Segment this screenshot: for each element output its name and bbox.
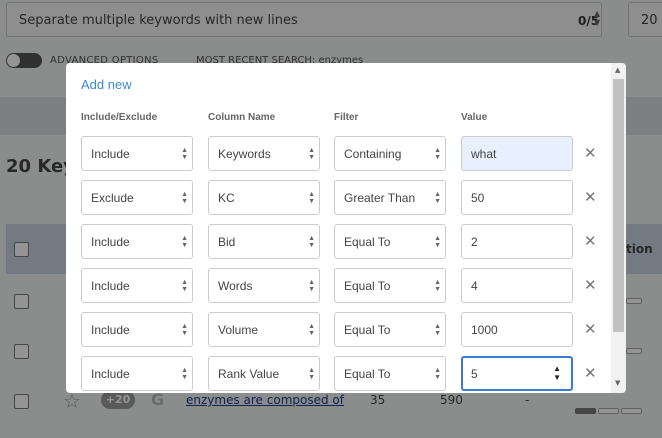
include-exclude-select-text: Include <box>91 323 130 337</box>
include-exclude-select[interactable]: Include ▲ ▼ <box>81 356 193 391</box>
value-input-text: 2 <box>471 235 478 249</box>
filter-select-text: Greater Than <box>344 191 416 205</box>
select-caret-icon: ▲ ▼ <box>308 367 315 381</box>
filter-select-text: Equal To <box>344 367 391 381</box>
scrollbar-thumb[interactable] <box>613 79 624 332</box>
filter-select[interactable]: Equal To ▲ ▼ <box>334 268 446 303</box>
select-caret-icon: ▲ ▼ <box>181 235 188 249</box>
scroll-down-icon[interactable]: ▼ <box>615 379 620 387</box>
value-input-text: 5 <box>471 367 478 381</box>
select-caret-icon: ▲ ▼ <box>181 191 188 205</box>
include-exclude-select[interactable]: Include ▲ ▼ <box>81 136 193 171</box>
select-caret-icon: ▲ ▼ <box>434 191 441 205</box>
column-name-select-text: KC <box>218 191 235 205</box>
select-caret-icon: ▲ ▼ <box>308 279 315 293</box>
include-exclude-select-text: Include <box>91 235 130 249</box>
filter-select[interactable]: Greater Than ▲ ▼ <box>334 180 446 215</box>
column-name-select[interactable]: Bid ▲ ▼ <box>208 224 320 259</box>
column-name-select[interactable]: Rank Value ▲ ▼ <box>208 356 320 391</box>
column-name-select-text: Volume <box>218 323 259 337</box>
add-new-link[interactable]: Add new <box>81 77 132 92</box>
column-name-select-text: Rank Value <box>218 367 280 381</box>
select-caret-icon: ▲ ▼ <box>434 147 441 161</box>
filter-header: Filter <box>334 112 359 123</box>
remove-filter-icon[interactable]: ✕ <box>584 364 597 382</box>
filter-select[interactable]: Equal To ▲ ▼ <box>334 356 446 391</box>
select-caret-icon: ▲ ▼ <box>434 235 441 249</box>
filter-select-text: Equal To <box>344 323 391 337</box>
remove-filter-icon[interactable]: ✕ <box>584 320 597 338</box>
include-exclude-select[interactable]: Include ▲ ▼ <box>81 312 193 347</box>
select-caret-icon: ▲ ▼ <box>434 367 441 381</box>
include-exclude-select-text: Include <box>91 279 130 293</box>
filter-select-text: Equal To <box>344 235 391 249</box>
value-input-text: 1000 <box>471 323 498 337</box>
include-exclude-select[interactable]: Include ▲ ▼ <box>81 224 193 259</box>
value-input-text: 4 <box>471 279 478 293</box>
modal-scrollbar[interactable]: ▲ ▼ <box>611 63 626 393</box>
value-input[interactable]: 1000 <box>461 312 573 347</box>
column-name-select[interactable]: Volume ▲ ▼ <box>208 312 320 347</box>
remove-filter-icon[interactable]: ✕ <box>584 144 597 162</box>
select-caret-icon: ▲ ▼ <box>181 279 188 293</box>
column-name-select[interactable]: Keywords ▲ ▼ <box>208 136 320 171</box>
value-input[interactable]: what <box>461 136 573 171</box>
column-name-select[interactable]: KC ▲ ▼ <box>208 180 320 215</box>
include-exclude-select[interactable]: Exclude ▲ ▼ <box>81 180 193 215</box>
include-exclude-select-text: Exclude <box>91 191 134 205</box>
column-name-select[interactable]: Words ▲ ▼ <box>208 268 320 303</box>
select-caret-icon: ▲ ▼ <box>308 323 315 337</box>
column-name-header: Column Name <box>208 112 276 123</box>
filter-select[interactable]: Equal To ▲ ▼ <box>334 312 446 347</box>
scroll-up-icon[interactable]: ▲ <box>615 66 620 74</box>
select-caret-icon: ▲ ▼ <box>181 323 188 337</box>
value-input[interactable]: 2 <box>461 224 573 259</box>
remove-filter-icon[interactable]: ✕ <box>584 232 597 250</box>
value-input[interactable]: 50 <box>461 180 573 215</box>
remove-filter-icon[interactable]: ✕ <box>584 276 597 294</box>
select-caret-icon: ▲ ▼ <box>308 235 315 249</box>
column-name-select-text: Bid <box>218 235 236 249</box>
number-stepper-icon[interactable]: ▲ ▼ <box>553 364 561 382</box>
value-header: Value <box>461 112 488 123</box>
select-caret-icon: ▲ ▼ <box>181 367 188 381</box>
value-input-text: 50 <box>471 191 485 205</box>
filter-modal: Add new Include/Exclude Column Name Filt… <box>66 63 626 393</box>
include-exclude-select-text: Include <box>91 147 130 161</box>
value-input[interactable]: 4 <box>461 268 573 303</box>
remove-filter-icon[interactable]: ✕ <box>584 188 597 206</box>
value-input-text: what <box>471 147 497 161</box>
value-input[interactable]: 5 ▲ ▼ <box>461 356 573 391</box>
select-caret-icon: ▲ ▼ <box>434 279 441 293</box>
filter-select-text: Containing <box>344 147 402 161</box>
select-caret-icon: ▲ ▼ <box>308 191 315 205</box>
column-name-select-text: Keywords <box>218 147 271 161</box>
include-exclude-select-text: Include <box>91 367 130 381</box>
column-name-select-text: Words <box>218 279 253 293</box>
select-caret-icon: ▲ ▼ <box>308 147 315 161</box>
include-exclude-select[interactable]: Include ▲ ▼ <box>81 268 193 303</box>
filter-select-text: Equal To <box>344 279 391 293</box>
select-caret-icon: ▲ ▼ <box>181 147 188 161</box>
include-exclude-header: Include/Exclude <box>81 112 158 123</box>
filter-select[interactable]: Equal To ▲ ▼ <box>334 224 446 259</box>
select-caret-icon: ▲ ▼ <box>434 323 441 337</box>
filter-select[interactable]: Containing ▲ ▼ <box>334 136 446 171</box>
